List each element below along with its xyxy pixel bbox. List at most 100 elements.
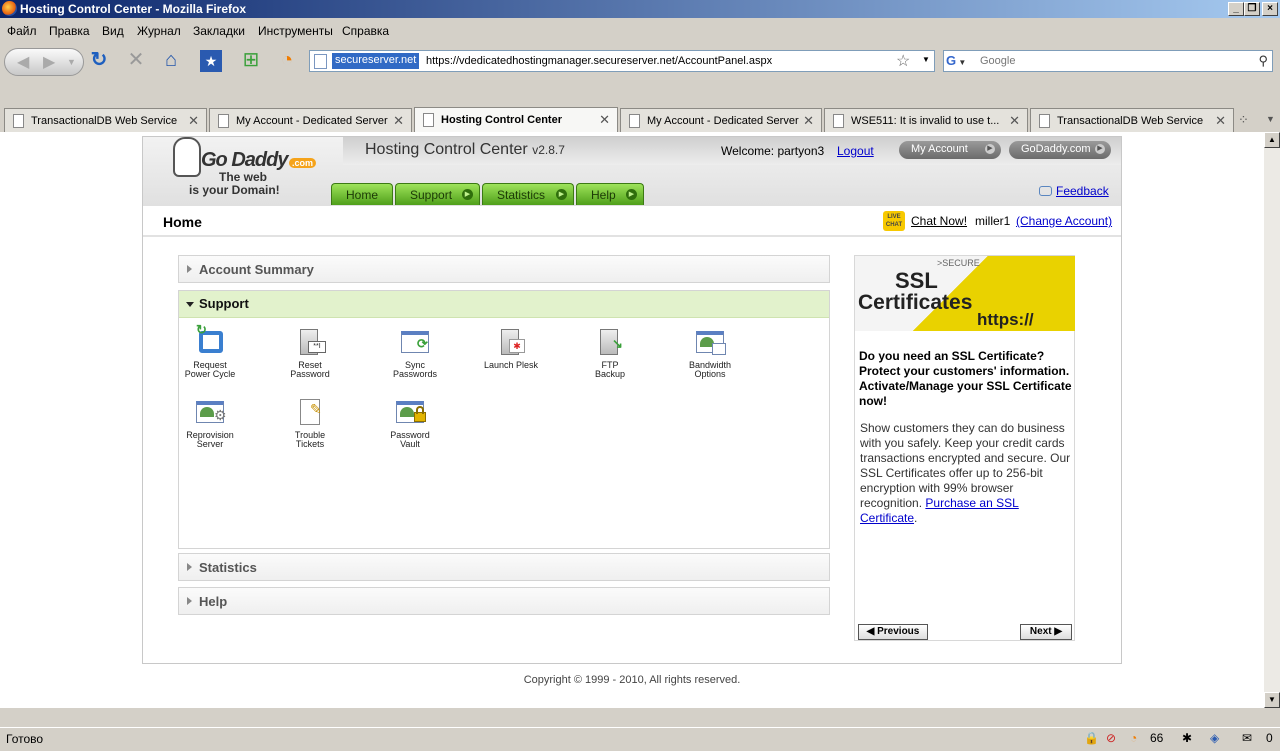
logo-com: .com xyxy=(289,158,317,168)
arrow-right-icon: ▶ xyxy=(626,189,637,200)
minimize-button[interactable]: _ xyxy=(1228,2,1244,16)
ftp-backup-tool[interactable]: ↘ FTP Backup xyxy=(570,327,650,379)
menu-bookmarks[interactable]: Закладки xyxy=(193,24,245,38)
menu-tools[interactable]: Инструменты xyxy=(258,24,333,38)
launch-plesk-tool[interactable]: ✱ Launch Plesk xyxy=(471,327,551,370)
nav-tab-statistics[interactable]: Statistics ▶ xyxy=(482,183,574,205)
password-vault-tool[interactable]: Password Vault xyxy=(370,397,450,449)
stop-icon[interactable]: ✕ xyxy=(123,47,149,73)
logout-link[interactable]: Logout xyxy=(837,144,874,158)
blocked-icon[interactable]: ⊘ xyxy=(1106,731,1116,747)
search-icon[interactable]: ⚲ xyxy=(1258,53,1268,69)
url-dropdown-icon[interactable]: ▼ xyxy=(922,55,930,64)
tool-label-2: Vault xyxy=(400,439,420,449)
site-identity-badge[interactable]: secureserver.net xyxy=(332,53,420,69)
close-window-button[interactable]: × xyxy=(1262,2,1278,16)
password-vault-icon xyxy=(394,397,426,427)
tab-my-account-2[interactable]: My Account - Dedicated Server ✕ xyxy=(620,108,822,132)
nav-tab-label: Support xyxy=(410,188,453,202)
change-account-link[interactable]: (Change Account) xyxy=(1016,214,1112,228)
google-engine-icon[interactable]: G ▼ xyxy=(946,53,972,69)
scroll-up-button[interactable]: ▲ xyxy=(1264,132,1280,148)
previous-button[interactable]: ◀ Previous xyxy=(858,624,928,640)
vertical-scrollbar[interactable]: ▲ ▼ xyxy=(1264,132,1280,708)
godaddy-com-button[interactable]: GoDaddy.com ▶ xyxy=(1009,141,1111,159)
account-summary-panel[interactable]: Account Summary xyxy=(178,255,830,283)
tab-hosting-control-center[interactable]: Hosting Control Center ✕ xyxy=(414,107,618,132)
forward-button[interactable]: ▶ xyxy=(43,52,55,72)
help-panel[interactable]: Help xyxy=(178,587,830,615)
rss-icon[interactable]: ◔ xyxy=(274,47,300,73)
bookmark-star-icon[interactable]: ★ xyxy=(200,50,222,72)
sync-passwords-tool[interactable]: ⟳ Sync Passwords xyxy=(375,327,455,379)
bug-icon[interactable]: ✱ xyxy=(1182,731,1192,747)
menu-file[interactable]: Файл xyxy=(7,24,37,38)
statistics-panel[interactable]: Statistics xyxy=(178,553,830,581)
url-text[interactable]: https://vdedicatedhostingmanager.secures… xyxy=(426,55,772,67)
support-panel-header[interactable]: Support xyxy=(179,291,829,318)
rss-status-icon[interactable]: ◔ xyxy=(1130,731,1137,747)
search-bar[interactable]: G ▼ Google ⚲ xyxy=(943,50,1273,72)
banner-secure-text: >SECURE xyxy=(937,258,980,268)
menu-history[interactable]: Журнал xyxy=(137,24,181,38)
network-icon[interactable]: ◈ xyxy=(1210,731,1219,747)
back-forward-group: ◀ ▶ ▼ xyxy=(4,48,84,76)
bookmark-page-icon[interactable]: ☆ xyxy=(896,51,910,71)
banner-https-text: https:// xyxy=(977,310,1034,329)
reprovision-server-tool[interactable]: ⚙ Reprovision Server xyxy=(170,397,250,449)
chat-now-link[interactable]: Chat Now! xyxy=(911,214,967,228)
tab-transactionaldb-2[interactable]: TransactionalDB Web Service ✕ xyxy=(1030,108,1234,132)
menu-edit[interactable]: Правка xyxy=(49,24,90,38)
plesk-icon: ✱ xyxy=(495,327,527,357)
close-tab-icon[interactable]: ✕ xyxy=(803,113,814,129)
request-power-cycle-tool[interactable]: ↻ Request Power Cycle xyxy=(170,323,250,379)
scroll-down-button[interactable]: ▼ xyxy=(1264,692,1280,708)
close-tab-icon[interactable]: ✕ xyxy=(1009,113,1020,129)
close-tab-icon[interactable]: ✕ xyxy=(188,113,199,129)
panel-title: Support xyxy=(199,296,249,311)
ssl-banner[interactable]: >SECURE SSL Certificates https:// xyxy=(855,256,1075,331)
close-tab-icon[interactable]: ✕ xyxy=(1215,113,1226,129)
menu-view[interactable]: Вид xyxy=(102,24,124,38)
trouble-tickets-tool[interactable]: ✎ Trouble Tickets xyxy=(270,397,350,449)
nav-tab-home[interactable]: Home xyxy=(331,183,393,205)
logo-tagline-2: is your Domain! xyxy=(189,183,280,197)
live-chat-icon[interactable]: LIVE CHAT xyxy=(883,211,905,231)
nav-tab-support[interactable]: Support ▶ xyxy=(395,183,480,205)
url-bar[interactable]: secureserver.net https://vdedicatedhosti… xyxy=(309,50,935,72)
my-account-button[interactable]: My Account ▶ xyxy=(899,141,1001,159)
power-cycle-icon: ↻ xyxy=(194,323,226,357)
tab-dropdown-icon[interactable]: ▼ xyxy=(1266,114,1275,124)
tab-my-account-1[interactable]: My Account - Dedicated Server ✕ xyxy=(209,108,412,132)
app-version: v2.8.7 xyxy=(532,143,565,157)
bandwidth-icon xyxy=(694,327,726,357)
maximize-button[interactable]: ❐ xyxy=(1244,2,1260,16)
close-tab-icon[interactable]: ✕ xyxy=(393,113,404,129)
my-account-label: My Account xyxy=(911,143,968,155)
reload-icon[interactable]: ↻ xyxy=(86,47,112,73)
home-icon[interactable]: ⌂ xyxy=(158,47,184,73)
speech-bubble-icon xyxy=(1039,186,1052,196)
next-button[interactable]: Next ▶ xyxy=(1020,624,1072,640)
tab-transactionaldb-1[interactable]: TransactionalDB Web Service ✕ xyxy=(4,108,207,132)
tab-wse511[interactable]: WSE511: It is invalid to use t... ✕ xyxy=(824,108,1028,132)
reset-password-icon: **I xyxy=(294,327,326,357)
mail-icon[interactable]: ✉ xyxy=(1242,731,1252,747)
menu-help[interactable]: Справка xyxy=(342,24,389,38)
back-button[interactable]: ◀ xyxy=(17,52,29,72)
menu-bar: Файл Правка Вид Журнал Закладки Инструме… xyxy=(0,20,1280,40)
tool-label-2: Password xyxy=(290,369,330,379)
lock-icon[interactable]: 🔒 xyxy=(1084,731,1099,747)
list-all-tabs-icon[interactable]: ⁘ xyxy=(1238,112,1249,128)
feedback-link[interactable]: Feedback xyxy=(1039,184,1109,198)
new-tab-icon[interactable]: ⊞ xyxy=(238,47,264,73)
arrow-right-icon: ▶ xyxy=(556,189,567,200)
panel-title: Statistics xyxy=(199,560,257,575)
godaddy-logo[interactable]: Go Daddy .com The web is your Domain! xyxy=(171,137,321,205)
nav-tab-help[interactable]: Help ▶ xyxy=(576,183,644,205)
close-tab-icon[interactable]: ✕ xyxy=(599,112,610,128)
reset-password-tool[interactable]: **I Reset Password xyxy=(270,327,350,379)
collapse-arrow-icon xyxy=(186,302,194,307)
bandwidth-options-tool[interactable]: Bandwidth Options xyxy=(670,327,750,379)
history-dropdown-icon[interactable]: ▼ xyxy=(67,57,76,67)
